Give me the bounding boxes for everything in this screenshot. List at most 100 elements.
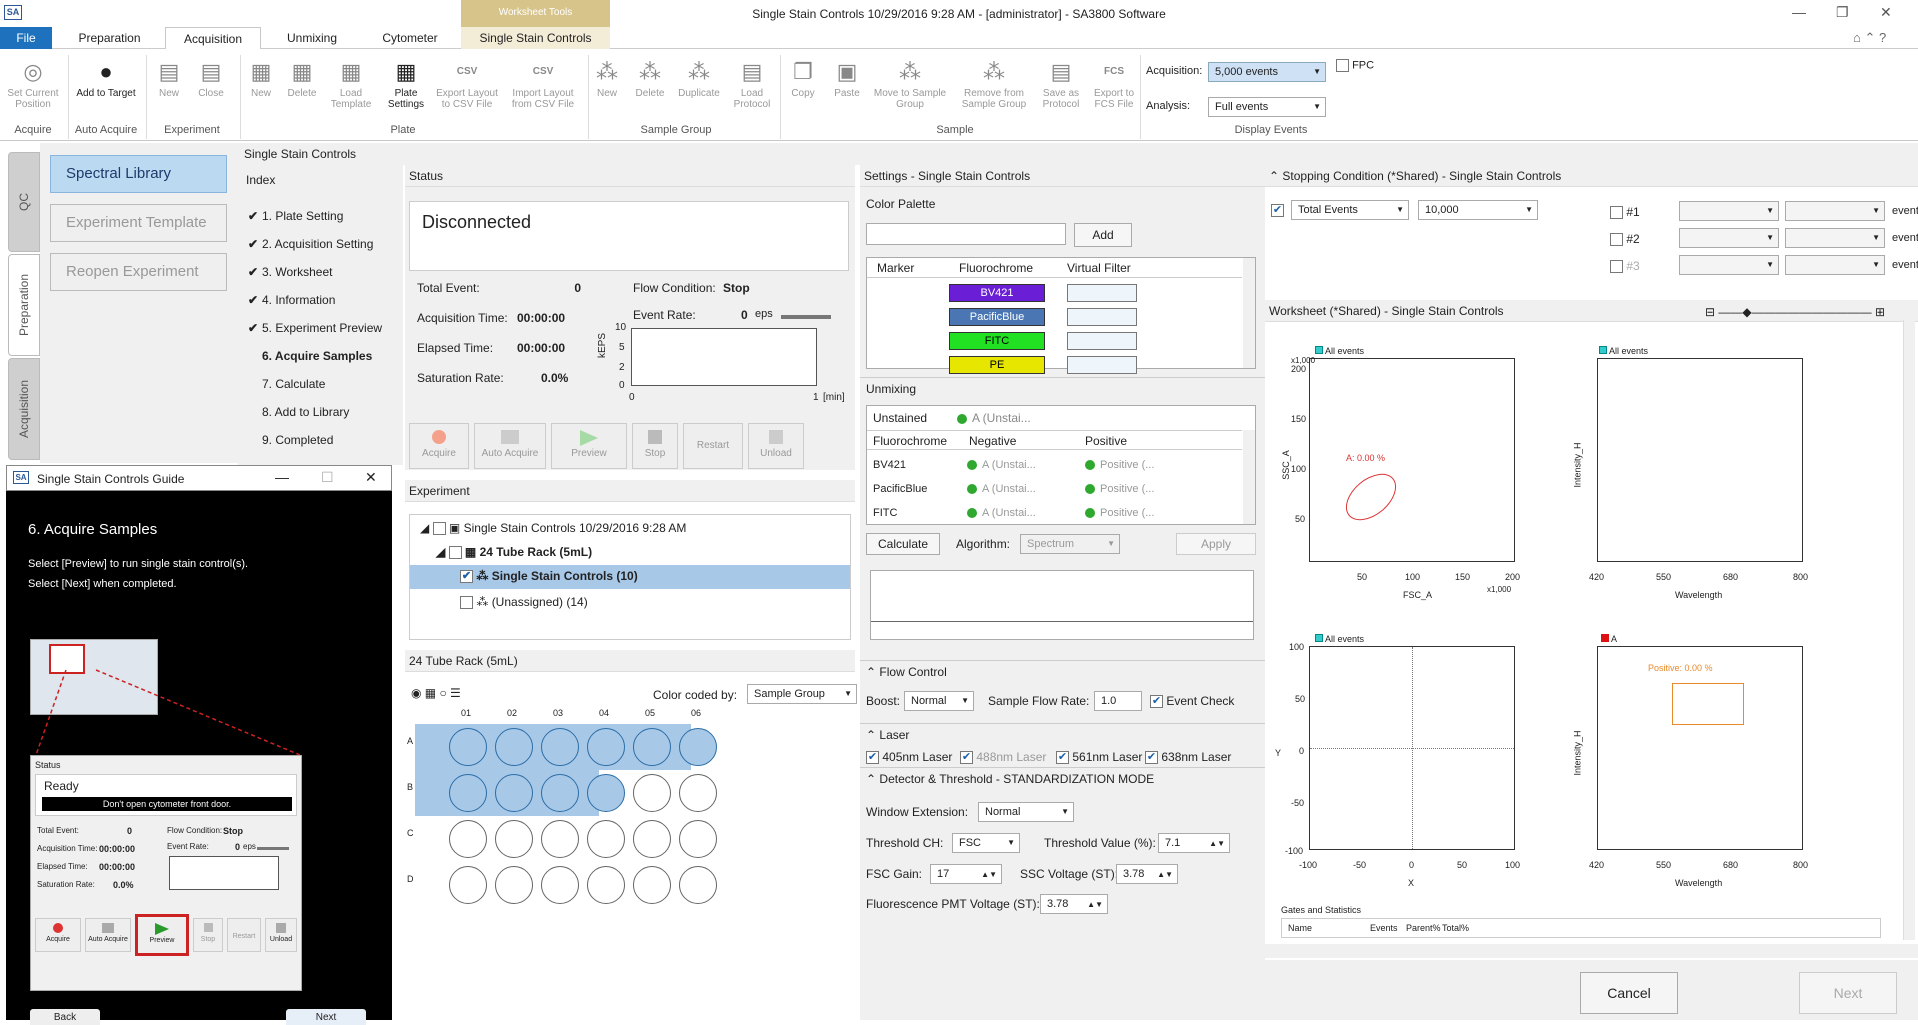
scrollbar[interactable] xyxy=(1243,430,1255,524)
tube-well[interactable] xyxy=(679,820,717,858)
index-step[interactable]: ✔ 3. Worksheet xyxy=(248,265,332,279)
condition-select[interactable]: ▼ xyxy=(1679,228,1779,248)
flow-control-header[interactable]: ⌃ Flow Control xyxy=(860,660,1265,683)
remove-from-sample-group-button[interactable]: ⁂ Remove from Sample Group xyxy=(956,59,1032,110)
tab-acquisition[interactable]: Acquisition xyxy=(165,27,261,50)
ssc-voltage-input[interactable]: 3.78 ▲▼ xyxy=(1116,864,1178,884)
index-step[interactable]: 8. Add to Library xyxy=(248,405,349,419)
pmt-voltage-input[interactable]: 3.78 ▲▼ xyxy=(1040,894,1108,914)
auto-acquire-button[interactable]: Auto Acquire xyxy=(474,423,546,469)
tube-well[interactable] xyxy=(587,774,625,812)
index-step[interactable]: ✔ 5. Experiment Preview xyxy=(248,321,382,335)
stepper-icon[interactable]: ▲▼ xyxy=(1157,866,1173,884)
move-to-sample-group-button[interactable]: ⁂ Move to Sample Group xyxy=(870,59,950,110)
spectral-library-button[interactable]: Spectral Library xyxy=(50,155,227,193)
apply-button[interactable]: Apply xyxy=(1176,533,1256,555)
palette-input[interactable] xyxy=(866,223,1066,245)
fluor-row[interactable]: PE xyxy=(867,354,1242,376)
guide-back-button[interactable]: Back xyxy=(30,1009,100,1025)
horizontal-scrollbar[interactable] xyxy=(1265,944,1918,958)
experiment-new-button[interactable]: ▤ New xyxy=(152,59,186,99)
export-layout-button[interactable]: CSV Export Layout to CSV File xyxy=(434,59,500,110)
tube-well[interactable] xyxy=(633,774,671,812)
import-layout-button[interactable]: CSV Import Layout from CSV File xyxy=(506,59,580,110)
event-check-checkbox[interactable]: ✔ xyxy=(1150,695,1163,709)
gate-rectangle[interactable] xyxy=(1672,683,1744,725)
tube-well[interactable] xyxy=(495,820,533,858)
plot3[interactable] xyxy=(1309,646,1515,850)
fpc-checkbox[interactable] xyxy=(1336,59,1349,72)
duplicate-button[interactable]: ⁂ Duplicate xyxy=(674,59,724,99)
tube-well[interactable] xyxy=(679,774,717,812)
fluor-row[interactable]: FITC xyxy=(867,330,1242,352)
tree-row-experiment[interactable]: ◢ ▣ Single Stain Controls 10/29/2016 9:2… xyxy=(420,521,686,536)
condition-2[interactable]: #2 xyxy=(1610,232,1640,247)
add-button[interactable]: Add xyxy=(1074,223,1132,247)
tube-well[interactable] xyxy=(633,866,671,904)
minimize-icon[interactable]: — xyxy=(1792,4,1806,20)
reopen-experiment-button[interactable]: Reopen Experiment xyxy=(50,253,227,291)
index-step[interactable]: ✔ 2. Acquisition Setting xyxy=(248,237,373,251)
close-icon[interactable]: ✕ xyxy=(1880,4,1892,21)
plate-delete-button[interactable]: ▦ Delete xyxy=(284,59,320,99)
mini-acquire-button[interactable]: Acquire xyxy=(35,918,81,952)
tube-well[interactable] xyxy=(679,866,717,904)
stepper-icon[interactable]: ▲▼ xyxy=(981,866,997,884)
mini-auto-acquire-button[interactable]: Auto Acquire xyxy=(85,918,131,952)
stepper-icon[interactable]: ▲▼ xyxy=(1087,896,1103,914)
tab-file[interactable]: File xyxy=(0,27,52,49)
side-tab-qc[interactable]: QC xyxy=(8,152,40,252)
scrollbar[interactable] xyxy=(1243,258,1255,368)
tube-well[interactable] xyxy=(541,774,579,812)
sample-group-new-button[interactable]: ⁂ New xyxy=(592,59,622,99)
threshold-val-input[interactable]: 7.1 ▲▼ xyxy=(1158,833,1230,853)
add-to-target-button[interactable]: ● Add to Target xyxy=(76,59,136,99)
load-protocol-button[interactable]: ▤ Load Protocol xyxy=(730,59,774,110)
tube-well[interactable] xyxy=(495,774,533,812)
laser-checkbox[interactable]: ✔ xyxy=(1056,751,1069,765)
laser-405-toggle[interactable]: ✔ 405nm Laser xyxy=(866,750,952,765)
stop-value-select[interactable]: 10,000 ▼ xyxy=(1418,200,1538,220)
unmix-row[interactable]: FITC A (Unstai... Positive (... xyxy=(867,504,1242,526)
paste-button[interactable]: ▣ Paste xyxy=(830,59,864,99)
tube-well[interactable] xyxy=(495,728,533,766)
tree-row-selected[interactable]: ✔ ⁂ Single Stain Controls (10) xyxy=(410,565,850,589)
stepper-icon[interactable]: ▲▼ xyxy=(1209,835,1225,853)
side-tab-preparation[interactable]: Preparation xyxy=(8,254,40,356)
tab-cytometer[interactable]: Cytometer xyxy=(364,27,456,49)
analysis-events-select[interactable]: Full events ▼ xyxy=(1208,97,1326,117)
algorithm-select[interactable]: Spectrum ▼ xyxy=(1020,534,1120,554)
copy-button[interactable]: ❐ Copy xyxy=(786,59,820,99)
color-coded-select[interactable]: Sample Group ▼ xyxy=(747,684,857,704)
plate-settings-button[interactable]: ▦ Plate Settings xyxy=(382,59,430,110)
index-step-current[interactable]: 6. Acquire Samples xyxy=(248,349,372,363)
condition-select[interactable]: ▼ xyxy=(1785,228,1885,248)
calculate-button[interactable]: Calculate xyxy=(866,533,940,555)
index-step[interactable]: 9. Completed xyxy=(248,433,333,447)
laser-header[interactable]: ⌃ Laser xyxy=(860,723,1265,746)
tube-well[interactable] xyxy=(449,820,487,858)
tube-well[interactable] xyxy=(587,820,625,858)
condition-select[interactable]: ▼ xyxy=(1679,201,1779,221)
row-checkbox[interactable] xyxy=(432,522,446,536)
restore-icon[interactable]: ❐ xyxy=(1836,4,1849,21)
preview-button[interactable]: Preview xyxy=(551,423,627,469)
laser-checkbox[interactable]: ✔ xyxy=(866,751,879,765)
tab-unmixing[interactable]: Unmixing xyxy=(266,27,358,49)
mini-restart-button[interactable]: Restart xyxy=(227,918,261,952)
mini-preview-button[interactable]: Preview xyxy=(135,914,189,956)
tube-well[interactable] xyxy=(587,728,625,766)
window-ext-select[interactable]: Normal ▼ xyxy=(978,802,1074,822)
side-tab-acquisition[interactable]: Acquisition xyxy=(8,358,40,460)
laser-561-toggle[interactable]: ✔ 561nm Laser xyxy=(1056,750,1142,765)
plot1[interactable]: A: 0.00 % xyxy=(1309,358,1515,562)
unstained-value[interactable]: A (Unstai... xyxy=(957,411,1031,425)
fpc-toggle[interactable]: FPC xyxy=(1336,59,1374,72)
restart-button[interactable]: Restart xyxy=(683,423,743,469)
flow-rate-input[interactable]: 1.0 xyxy=(1094,691,1142,711)
plot2[interactable] xyxy=(1597,358,1803,562)
event-check-toggle[interactable]: ✔ Event Check xyxy=(1150,694,1234,709)
stopping-checkbox[interactable]: ✔ xyxy=(1271,204,1284,218)
tube-well[interactable] xyxy=(449,774,487,812)
acquire-button[interactable]: Acquire xyxy=(409,423,469,469)
